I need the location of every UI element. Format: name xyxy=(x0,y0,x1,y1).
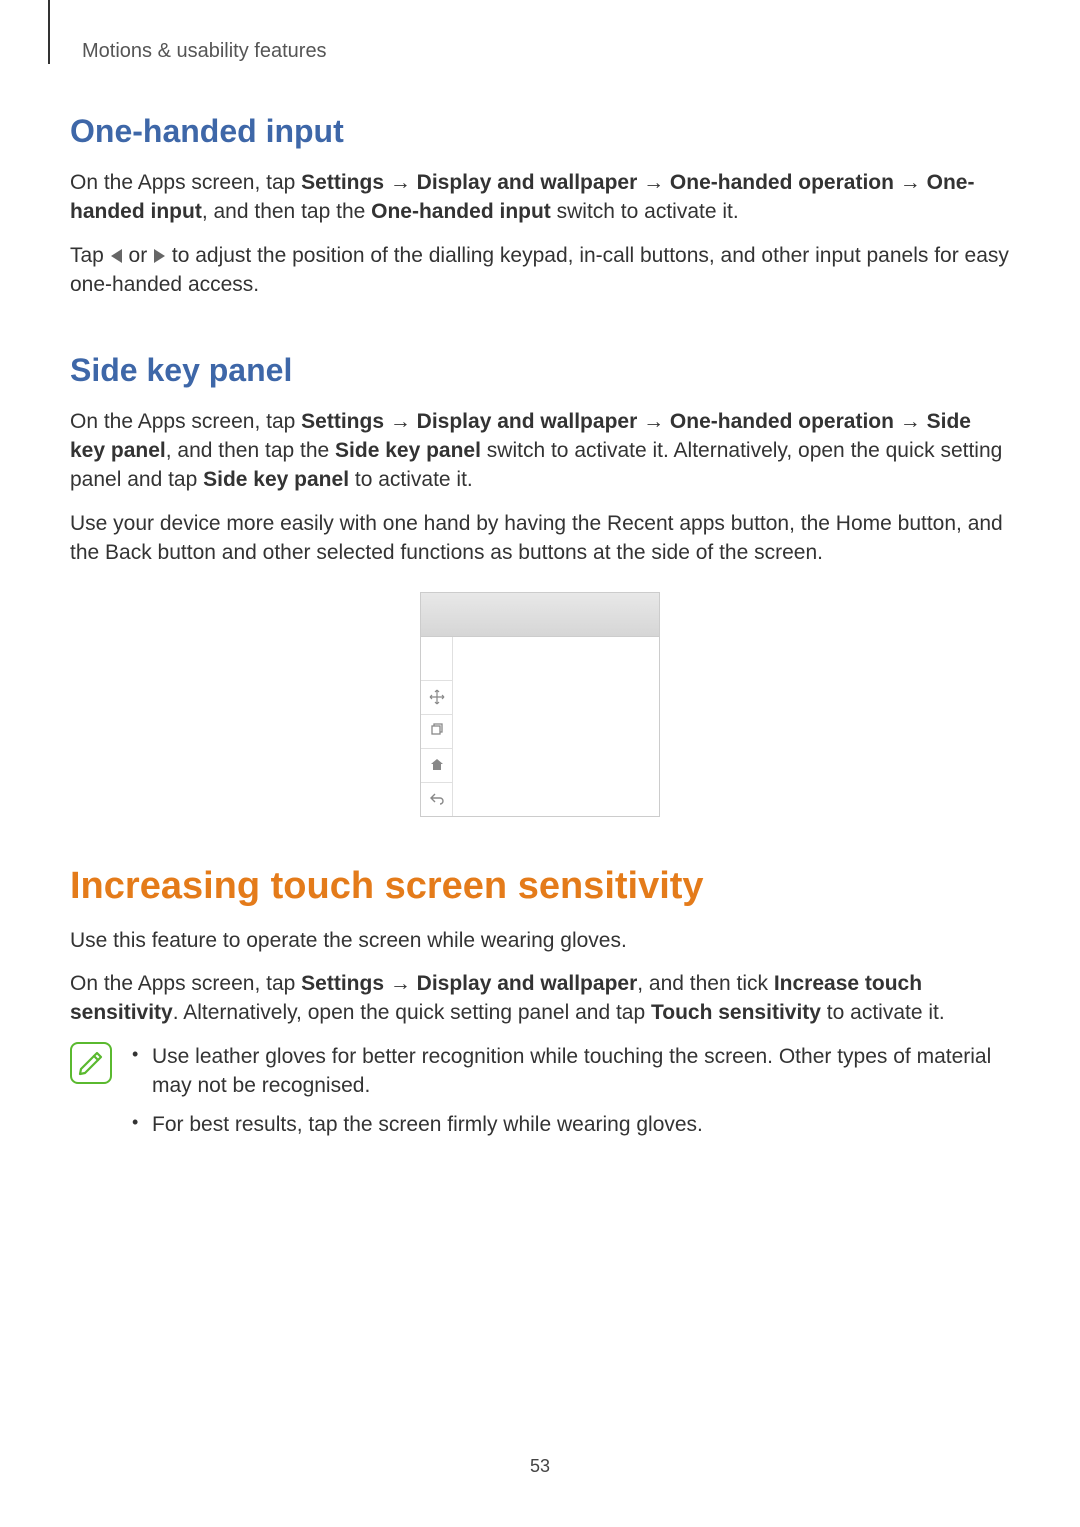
triangle-left-icon xyxy=(111,249,122,263)
text: , and then tick xyxy=(637,972,774,995)
nav-arrow: → xyxy=(637,410,670,433)
text: . Alternatively, open the quick setting … xyxy=(173,1001,651,1024)
side-key-panel-strip xyxy=(421,637,453,816)
note-bullets: Use leather gloves for better recognitio… xyxy=(128,1042,1010,1150)
settings-label: Settings xyxy=(301,410,384,433)
text: , and then tap the xyxy=(166,439,335,462)
one-handed-input-switch-label: One-handed input xyxy=(371,200,551,223)
note-icon xyxy=(70,1042,112,1084)
device-body xyxy=(421,637,659,816)
back-icon xyxy=(421,782,452,816)
text: to activate it. xyxy=(821,1001,945,1024)
display-wallpaper-label: Display and wallpaper xyxy=(417,410,638,433)
side-key-p1: On the Apps screen, tap Settings → Displ… xyxy=(70,407,1010,495)
side-key-p2: Use your device more easily with one han… xyxy=(70,509,1010,568)
one-handed-p2: Tap or to adjust the position of the dia… xyxy=(70,241,1010,300)
touch-sens-p2: On the Apps screen, tap Settings → Displ… xyxy=(70,969,1010,1028)
side-key-figure xyxy=(70,592,1010,817)
text: Tap xyxy=(70,244,110,267)
note-block: Use leather gloves for better recognitio… xyxy=(70,1042,1010,1150)
settings-label: Settings xyxy=(301,972,384,995)
nav-arrow: → xyxy=(384,972,417,995)
settings-label: Settings xyxy=(301,171,384,194)
text: to activate it. xyxy=(349,468,473,491)
triangle-right-icon xyxy=(154,249,165,263)
heading-side-key-panel: Side key panel xyxy=(70,352,1010,389)
heading-one-handed-input: One-handed input xyxy=(70,113,1010,150)
touch-sensitivity-label: Touch sensitivity xyxy=(651,1001,821,1024)
text: On the Apps screen, tap xyxy=(70,171,301,194)
breadcrumb: Motions & usability features xyxy=(82,40,1010,63)
note-bullet-2: For best results, tap the screen firmly … xyxy=(128,1110,1010,1139)
side-key-panel-quick-label: Side key panel xyxy=(203,468,349,491)
move-handle-icon xyxy=(421,680,452,714)
text: On the Apps screen, tap xyxy=(70,410,301,433)
nav-arrow: → xyxy=(637,171,670,194)
device-main-area xyxy=(453,637,659,816)
text: or xyxy=(123,244,153,267)
header-rule xyxy=(48,0,50,64)
device-statusbar xyxy=(421,593,659,637)
device-mockup xyxy=(420,592,660,817)
page-content: Motions & usability features One-handed … xyxy=(0,0,1080,1150)
display-wallpaper-label: Display and wallpaper xyxy=(417,972,638,995)
text: On the Apps screen, tap xyxy=(70,972,301,995)
recent-apps-icon xyxy=(421,714,452,748)
home-icon xyxy=(421,748,452,782)
nav-arrow: → xyxy=(894,410,927,433)
side-key-panel-switch-label: Side key panel xyxy=(335,439,481,462)
one-handed-p1: On the Apps screen, tap Settings → Displ… xyxy=(70,168,1010,227)
one-handed-operation-label: One-handed operation xyxy=(670,171,894,194)
one-handed-operation-label: One-handed operation xyxy=(670,410,894,433)
touch-sens-p1: Use this feature to operate the screen w… xyxy=(70,926,1010,955)
side-panel-spacer xyxy=(421,637,452,680)
nav-arrow: → xyxy=(384,171,417,194)
nav-arrow: → xyxy=(894,171,927,194)
note-bullet-1: Use leather gloves for better recognitio… xyxy=(128,1042,1010,1101)
text: , and then tap the xyxy=(202,200,371,223)
display-wallpaper-label: Display and wallpaper xyxy=(417,171,638,194)
nav-arrow: → xyxy=(384,410,417,433)
heading-touch-sensitivity: Increasing touch screen sensitivity xyxy=(70,865,1010,908)
page-number: 53 xyxy=(0,1456,1080,1477)
text: to adjust the position of the dialling k… xyxy=(70,244,1009,296)
text: switch to activate it. xyxy=(551,200,739,223)
